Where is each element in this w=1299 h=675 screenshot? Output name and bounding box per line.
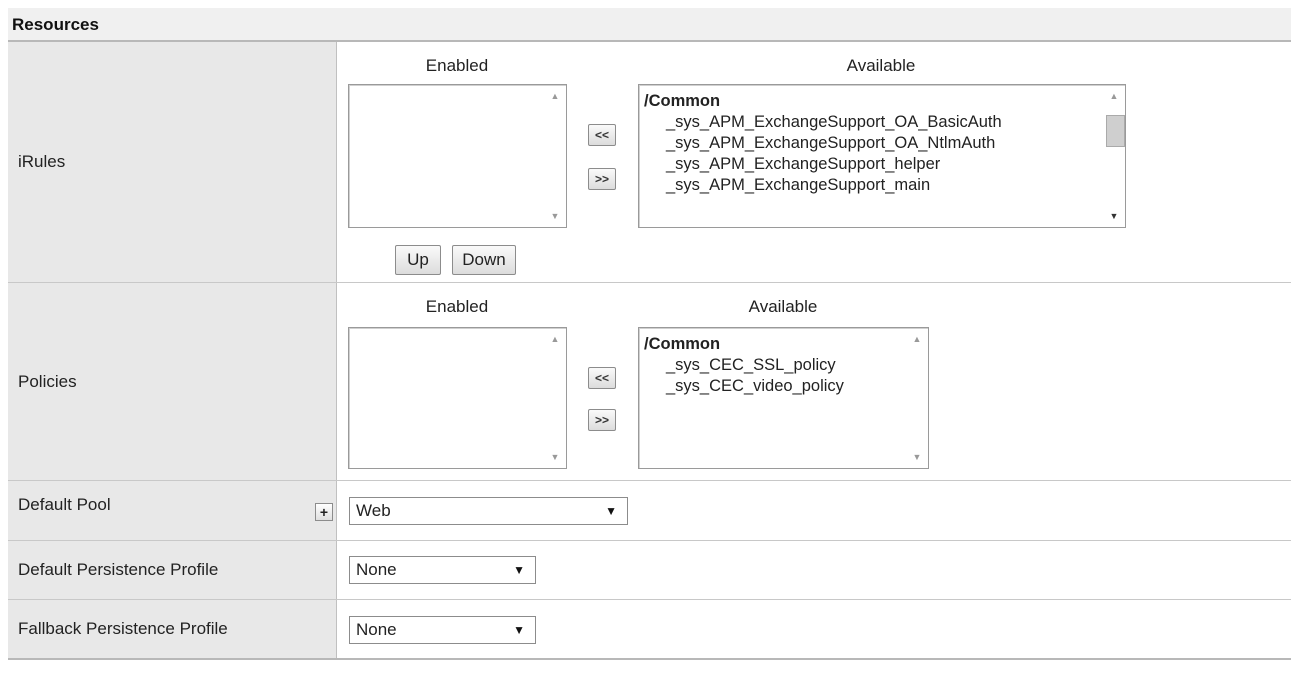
policies-value: Enabled Available ▲ ▼ << >> /Common _sys… [337,283,1291,480]
irules-available-heading: Available [846,56,916,75]
policies-move-to-available-button[interactable]: >> [588,409,616,431]
scroll-up-icon[interactable]: ▲ [544,330,566,348]
default-persistence-selected: None [356,560,397,579]
scroll-down-icon[interactable]: ▼ [544,448,566,466]
policies-enabled-heading: Enabled [425,297,489,316]
policies-enabled-list[interactable]: ▲ ▼ [348,327,567,469]
irules-enabled-heading: Enabled [425,56,489,75]
scroll-up-icon[interactable]: ▲ [1103,87,1125,105]
default-persistence-select[interactable]: None ▼ [349,556,536,584]
default-persistence-label: Default Persistence Profile [8,541,337,599]
list-item[interactable]: _sys_CEC_video_policy [644,376,902,397]
fallback-persistence-selected: None [356,620,397,639]
policies-available-heading: Available [748,297,818,316]
dropdown-icon: ▼ [605,504,617,518]
dropdown-icon: ▼ [513,563,525,577]
resources-panel: Resources iRules Enabled Available ▲ ▼ <… [8,8,1291,663]
list-item[interactable]: _sys_APM_ExchangeSupport_OA_BasicAuth [644,112,1099,133]
add-pool-button[interactable]: + [315,503,333,521]
policies-enabled-scrollbar[interactable]: ▲ ▼ [544,328,566,468]
down-button[interactable]: Down [452,245,516,275]
scroll-down-icon[interactable]: ▼ [544,207,566,225]
irules-label: iRules [8,42,337,282]
default-pool-select[interactable]: Web ▼ [349,497,628,525]
default-pool-row: Default Pool + Web ▼ [8,481,1291,541]
list-item[interactable]: _sys_APM_ExchangeSupport_OA_NtlmAuth [644,133,1099,154]
default-pool-label-text: Default Pool [18,495,111,514]
scroll-up-icon[interactable]: ▲ [906,330,928,348]
policies-row: Policies Enabled Available ▲ ▼ << >> /Co… [8,283,1291,481]
section-header: Resources [8,8,1291,42]
fallback-persistence-value: None ▼ [337,600,1291,658]
fallback-persistence-label: Fallback Persistence Profile [8,600,337,658]
list-item[interactable]: _sys_APM_ExchangeSupport_main [644,175,1099,196]
default-pool-label: Default Pool + [8,481,337,540]
default-persistence-value: None ▼ [337,541,1291,599]
default-persistence-row: Default Persistence Profile None ▼ [8,541,1291,600]
irules-enabled-list[interactable]: ▲ ▼ [348,84,567,228]
scroll-down-icon[interactable]: ▼ [906,448,928,466]
irules-enabled-scrollbar[interactable]: ▲ ▼ [544,85,566,227]
irules-row: iRules Enabled Available ▲ ▼ << >> /Comm… [8,42,1291,283]
policies-available-scrollbar[interactable]: ▲ ▼ [906,328,928,468]
list-item[interactable]: _sys_CEC_SSL_policy [644,355,902,376]
up-button[interactable]: Up [395,245,441,275]
irules-available-list[interactable]: /Common _sys_APM_ExchangeSupport_OA_Basi… [638,84,1126,228]
default-pool-selected: Web [356,501,391,520]
dropdown-icon: ▼ [513,623,525,637]
policies-available-list[interactable]: /Common _sys_CEC_SSL_policy _sys_CEC_vid… [638,327,929,469]
policies-label: Policies [8,283,337,480]
list-item[interactable]: _sys_APM_ExchangeSupport_helper [644,154,1099,175]
default-pool-value: Web ▼ [337,481,1291,540]
policies-move-to-enabled-button[interactable]: << [588,367,616,389]
irules-available-group: /Common [644,92,721,110]
irules-move-to-available-button[interactable]: >> [588,168,616,190]
irules-value: Enabled Available ▲ ▼ << >> /Common _sys… [337,42,1291,282]
irules-available-scrollbar[interactable]: ▲ ▼ [1103,85,1125,227]
policies-available-group: /Common [644,335,721,353]
irules-move-to-enabled-button[interactable]: << [588,124,616,146]
scroll-up-icon[interactable]: ▲ [544,87,566,105]
fallback-persistence-select[interactable]: None ▼ [349,616,536,644]
scroll-thumb[interactable] [1106,115,1125,147]
fallback-persistence-row: Fallback Persistence Profile None ▼ [8,600,1291,660]
scroll-down-icon[interactable]: ▼ [1103,207,1125,225]
